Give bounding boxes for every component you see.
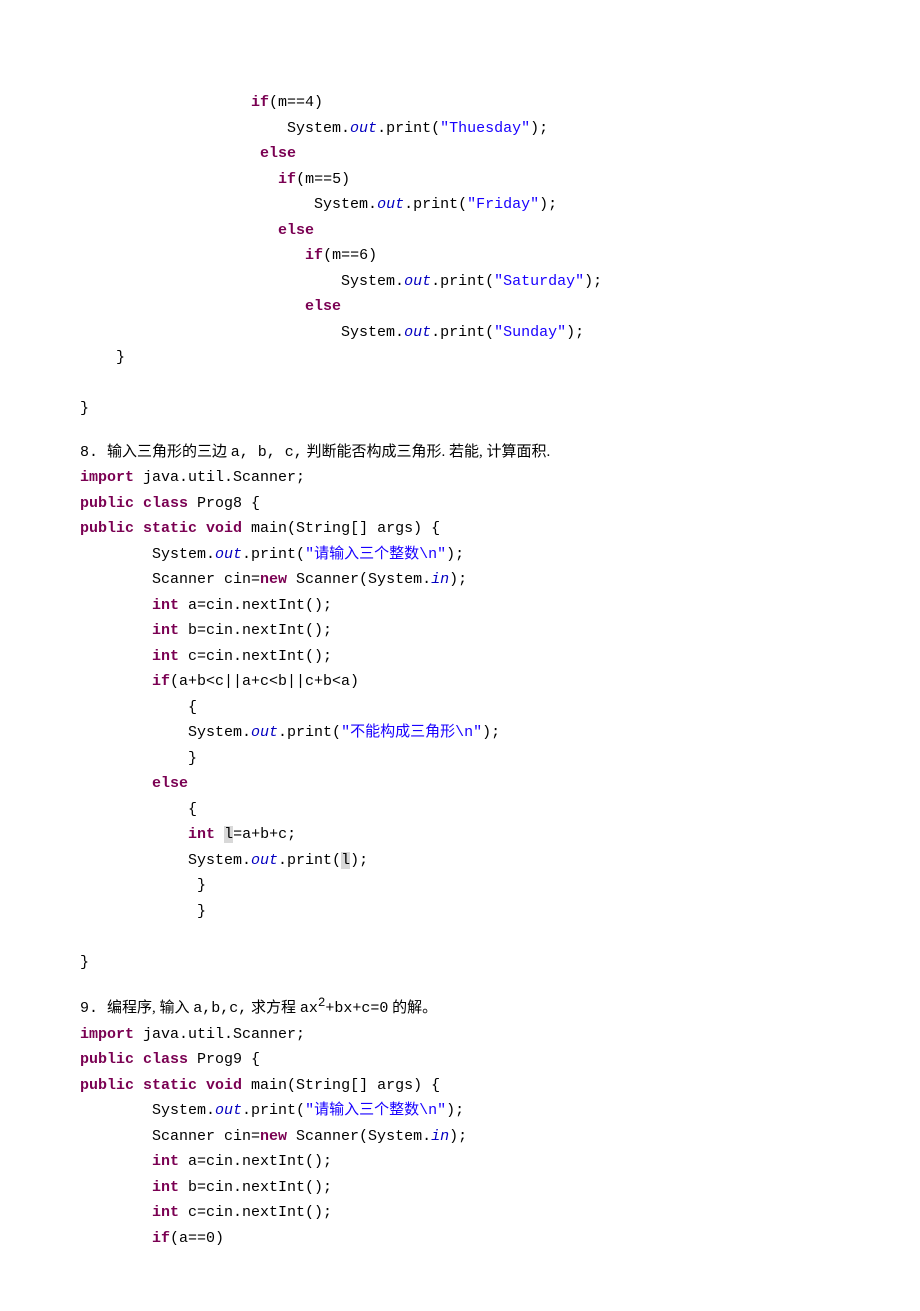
question-9: 9. 编程序, 输入 a,b,c, 求方程 ax2+bx+c=0 的解。: [80, 993, 840, 1022]
code-block-7-tail: if(m==4) System.out.print("Thuesday"); e…: [80, 90, 840, 422]
code-block-8: import java.util.Scanner; public class P…: [80, 465, 840, 975]
question-8: 8. 输入三角形的三边 a, b, c, 判断能否构成三角形. 若能, 计算面积…: [80, 440, 840, 466]
code-block-9: import java.util.Scanner; public class P…: [80, 1022, 840, 1252]
